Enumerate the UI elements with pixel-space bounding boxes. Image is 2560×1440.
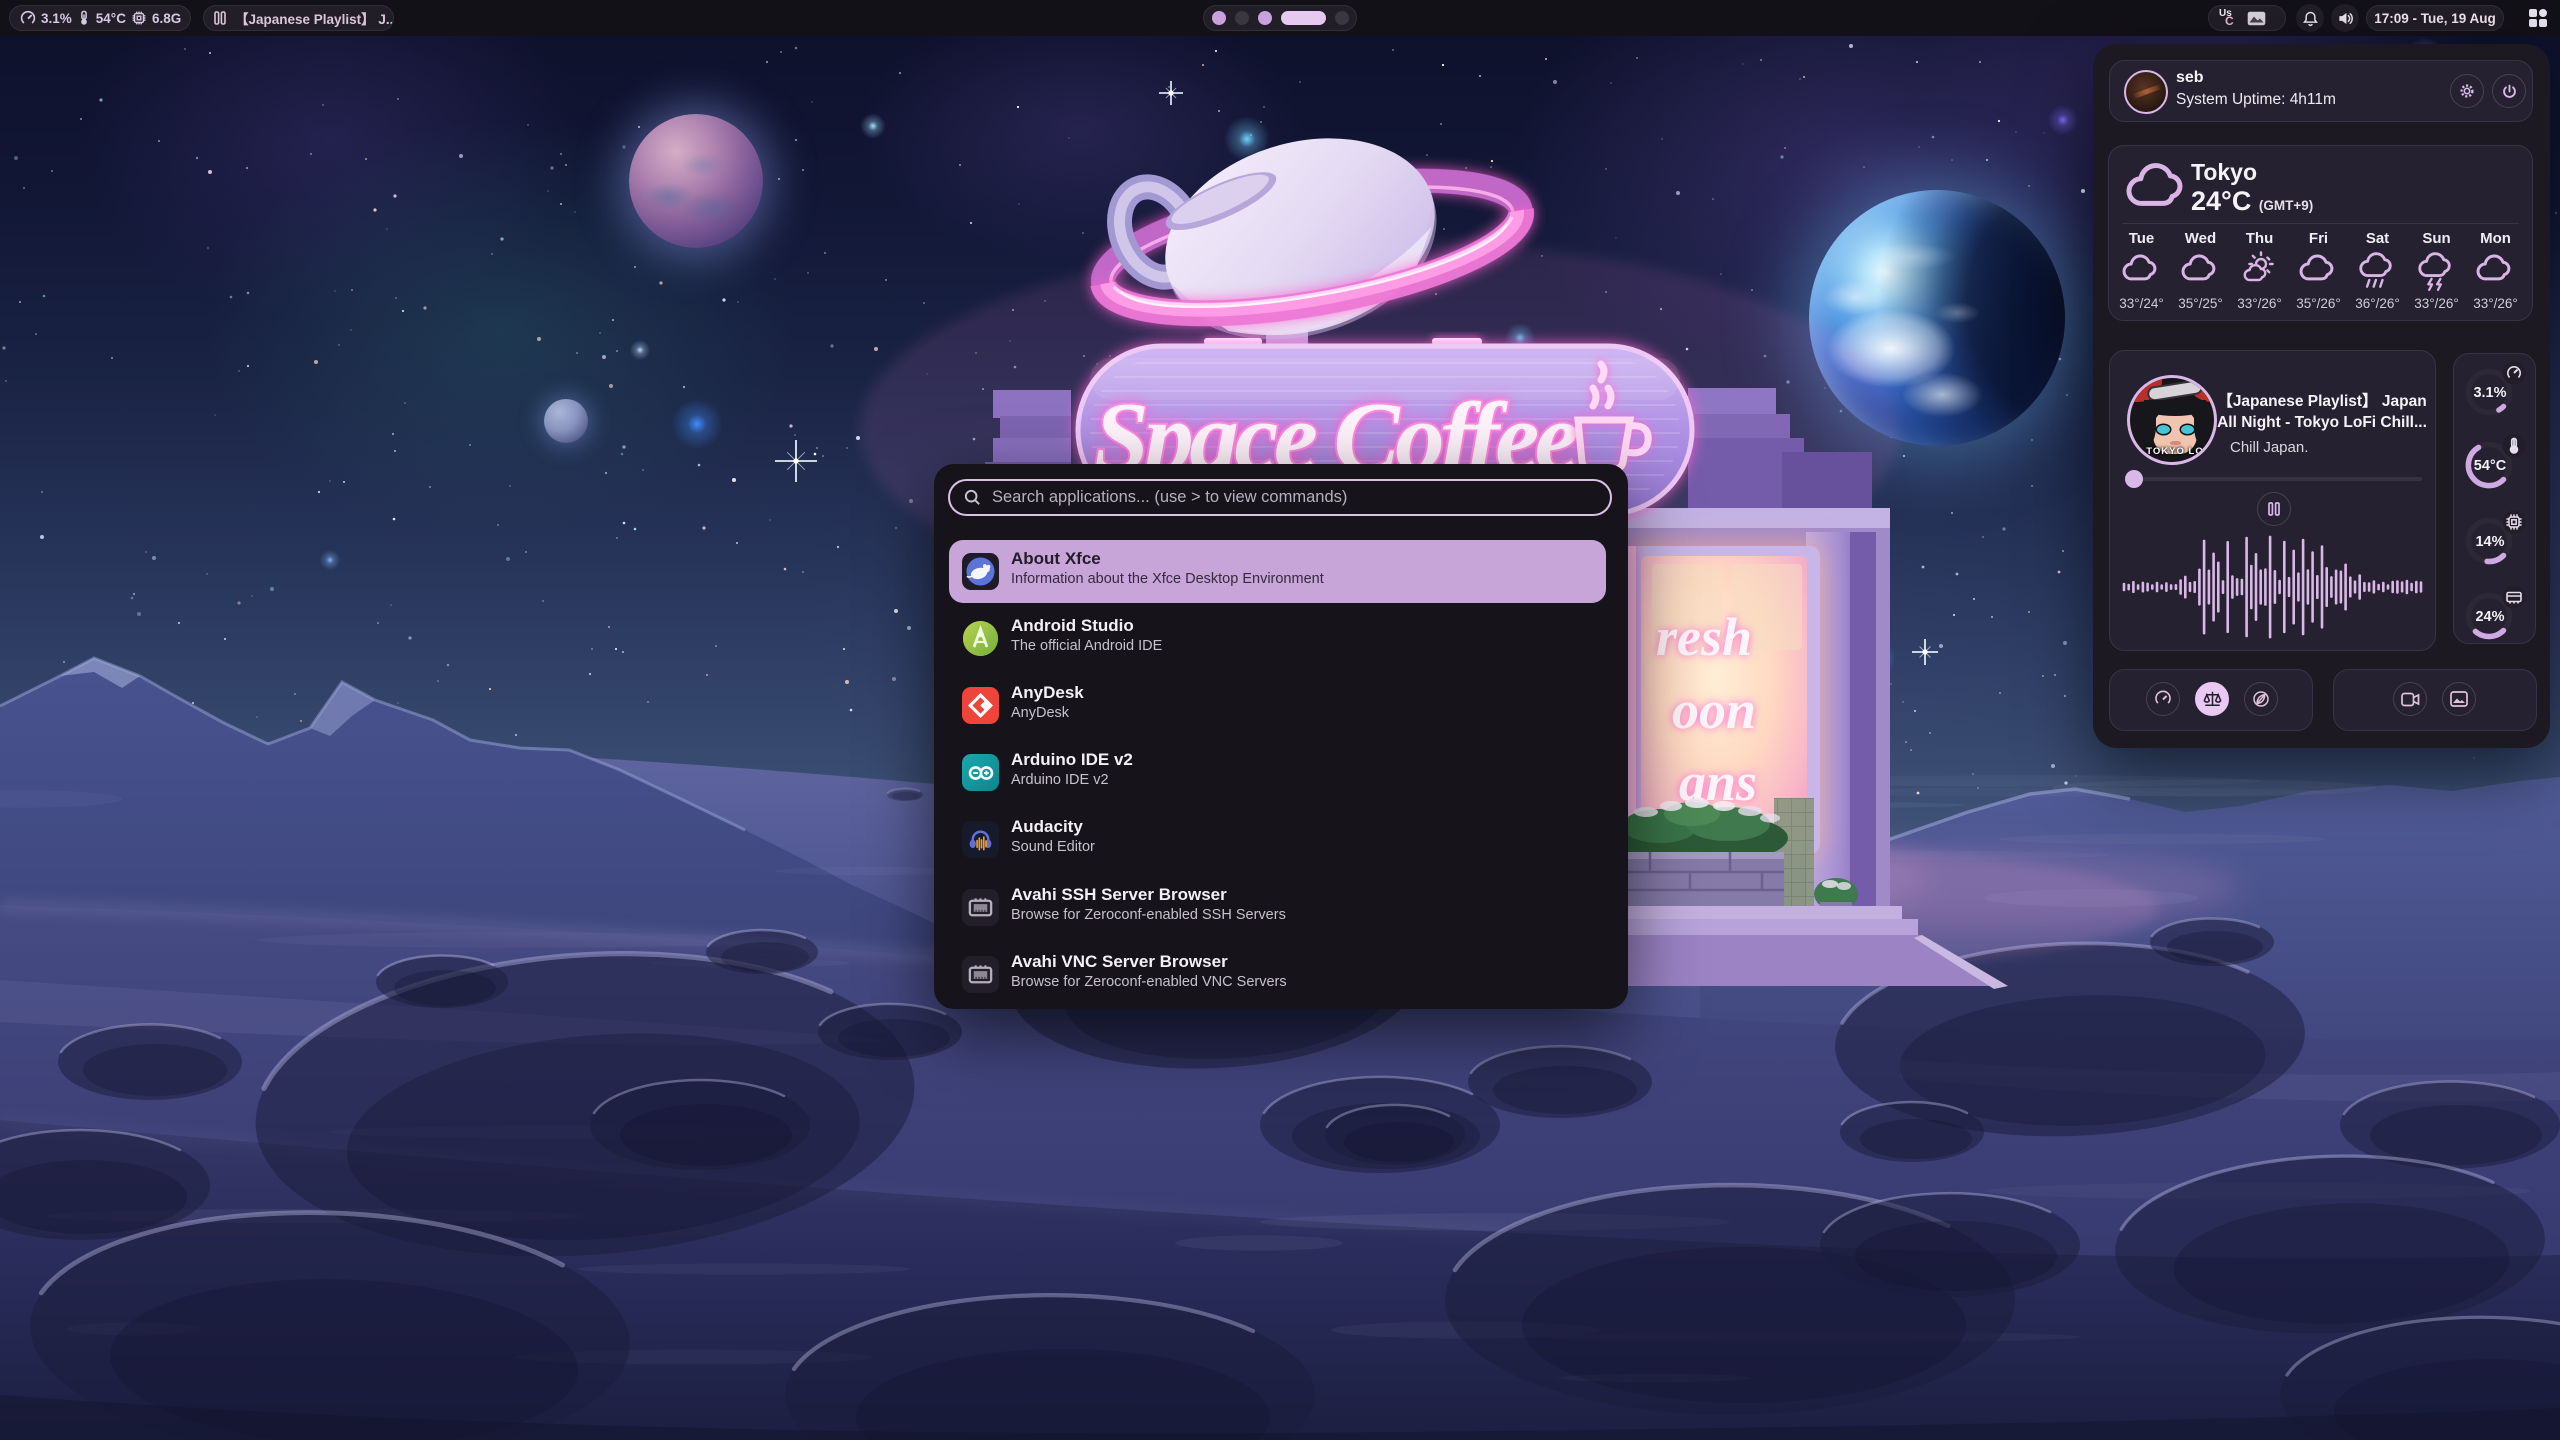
svg-text:resh: resh (1656, 607, 1752, 667)
svg-text:24%: 24% (2475, 609, 2504, 625)
svg-text:54°C: 54°C (2474, 458, 2507, 474)
svg-text:14%: 14% (2475, 534, 2504, 550)
svg-text:oon: oon (1672, 680, 1756, 740)
svg-text:3.1%: 3.1% (2473, 385, 2506, 401)
